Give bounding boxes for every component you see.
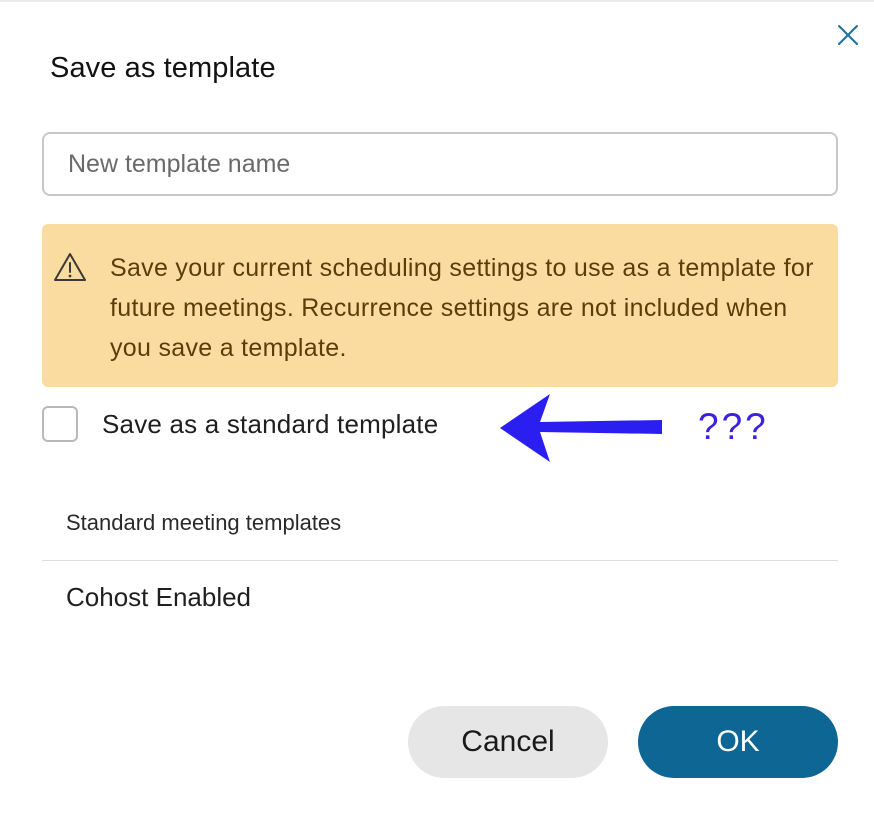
cancel-button[interactable]: Cancel [408, 706, 608, 778]
warning-triangle-icon [54, 253, 86, 281]
divider [42, 560, 838, 561]
close-icon[interactable] [835, 22, 861, 48]
templates-section-header: Standard meeting templates [66, 510, 342, 535]
left-arrow-icon [500, 394, 662, 462]
standard-template-label[interactable]: Save as a standard template [102, 409, 438, 440]
ok-button[interactable]: OK [638, 706, 838, 778]
warning-banner: Save your current scheduling settings to… [42, 224, 838, 387]
dialog-title: Save as template [50, 52, 276, 84]
warning-message: Save your current scheduling settings to… [110, 254, 814, 362]
annotation-question-marks: ??? [698, 406, 769, 447]
standard-template-checkbox[interactable] [42, 406, 78, 442]
template-item-cohost-enabled[interactable]: Cohost Enabled [66, 582, 251, 613]
template-name-input[interactable] [42, 132, 838, 196]
save-template-dialog: Save as template Save your current sched… [0, 0, 874, 814]
